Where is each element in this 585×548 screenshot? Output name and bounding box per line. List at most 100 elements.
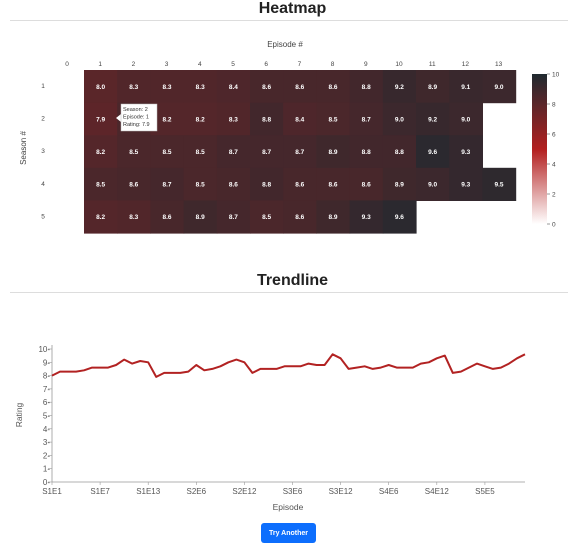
tooltip-line: Rating: 7.9 <box>123 122 150 128</box>
heatmap-x-tick: 2 <box>132 61 136 68</box>
heatmap-cell-label: 8.8 <box>362 84 371 91</box>
heatmap-cell-label: 8.5 <box>96 182 105 189</box>
heatmap-x-tick: 5 <box>231 61 235 68</box>
heatmap-x-tick: 10 <box>395 61 403 68</box>
heatmap-cell-label: 8.3 <box>229 116 238 123</box>
trend-y-tick-label: 6- <box>43 398 50 407</box>
heatmap-cell-label: 9.6 <box>428 149 437 156</box>
trend-y-tick-label: 8- <box>43 372 50 381</box>
heatmap-cell-label: 8.6 <box>295 84 304 91</box>
heatmap-cell-label: 8.7 <box>162 182 171 189</box>
heatmap-cell-label: 8.5 <box>196 182 205 189</box>
heatmap-cell-label: 9.3 <box>362 214 371 221</box>
heatmap-x-tick: 13 <box>495 61 503 68</box>
trend-x-tick-label: S4E6 <box>379 487 399 496</box>
heatmap-y-tick: 2 <box>41 116 45 123</box>
colorbar-tick-label: 4 <box>552 162 556 169</box>
heatmap-x-axis-label: Episode # <box>267 40 303 49</box>
heatmap-x-tick: 3 <box>165 61 169 68</box>
trend-x-axis-label: Episode <box>273 502 304 512</box>
heatmap-tooltip: Season: 2 Episode: 1Rating: 7.9 <box>116 103 158 132</box>
heatmap-cell-label: 8.6 <box>362 182 371 189</box>
heatmap-cell-label: 8.9 <box>328 149 337 156</box>
heatmap-cell-label: 8.2 <box>162 116 171 123</box>
heatmap-cell-label: 8.9 <box>428 84 437 91</box>
heatmap-y-tick: 1 <box>41 83 45 90</box>
colorbar-tick-label: 0 <box>552 222 556 229</box>
colorbar-tick-label: 10 <box>552 72 560 79</box>
heatmap-cell-label: 8.6 <box>229 182 238 189</box>
heatmap-cell-label: 8.6 <box>295 182 304 189</box>
trend-series-line <box>51 353 526 378</box>
heatmap-cell-label: 9.3 <box>461 149 470 156</box>
heatmap-cell-label: 9.6 <box>395 214 404 221</box>
heatmap-chart: Episode #Season #0 1 2 3 4 5 6 7 8 9 10 11 12 1312345… <box>19 40 560 234</box>
heatmap-cell-label: 8.2 <box>96 149 105 156</box>
trend-y-tick-label: 3- <box>43 438 50 447</box>
heatmap-cell-label: 8.2 <box>196 116 205 123</box>
trend-y-tick-label: 9- <box>43 358 50 367</box>
try-another-button[interactable]: Try Another <box>261 523 316 543</box>
trend-x-tick-label: S2E6 <box>187 487 207 496</box>
heatmap-cell-label: 8.6 <box>129 182 138 189</box>
heatmap-cell-label: 9.2 <box>428 116 437 123</box>
trend-x-tick-label: S2E12 <box>232 487 257 496</box>
heatmap-cell-label: 8.5 <box>196 149 205 156</box>
heatmap-cell-label: 8.4 <box>295 116 304 123</box>
trend-y-axis-label: Rating <box>14 402 24 427</box>
colorbar-tick-label: 6 <box>552 132 556 139</box>
heatmap-x-tick: 11 <box>429 61 436 68</box>
heatmap-y-tick: 4 <box>41 181 45 188</box>
trend-x-tick-label: S1E7 <box>90 487 110 496</box>
trendline-title: Trendline <box>256 272 329 289</box>
heatmap-cell-label: 8.0 <box>96 84 105 91</box>
heatmap-cell-label: 8.6 <box>262 84 271 91</box>
trend-x-tick-label: S4E12 <box>425 487 450 496</box>
heatmap-cell-label: 8.3 <box>162 84 171 91</box>
heatmap-cell-label: 8.4 <box>229 84 238 91</box>
heatmap-cell-label: 8.5 <box>328 116 337 123</box>
heatmap-cell-label: 8.6 <box>295 214 304 221</box>
heatmap-x-tick: 8 <box>331 61 335 68</box>
trend-x-tick-label: S1E1 <box>42 487 62 496</box>
heatmap-cell-label: 8.6 <box>162 214 171 221</box>
heatmap-cell-label: 8.9 <box>395 182 404 189</box>
heatmap-cell-label: 8.5 <box>162 149 171 156</box>
heatmap-cell-label: 8.3 <box>196 84 205 91</box>
colorbar <box>532 74 547 224</box>
heatmap-cell-label: 8.8 <box>262 182 271 189</box>
trend-x-tick-label: S1E13 <box>136 487 161 496</box>
trend-y-tick-label: 2- <box>43 451 50 460</box>
heatmap-cell-label: 9.0 <box>428 182 437 189</box>
heatmap-cell-label: 8.9 <box>328 214 337 221</box>
heatmap-cell-label: 8.9 <box>196 214 205 221</box>
trendline-divider <box>10 292 568 293</box>
heatmap-cell-label: 8.5 <box>129 149 138 156</box>
trend-y-tick-label: 0- <box>43 478 50 487</box>
tooltip-line: Season: 2 <box>123 107 148 113</box>
trend-x-tick-label: S3E6 <box>283 487 303 496</box>
heatmap-cell-label: 9.2 <box>395 84 404 91</box>
heatmap-cell-label: 7.9 <box>96 116 105 123</box>
trend-y-tick-label: 5- <box>43 412 50 421</box>
heatmap-cell-label: 8.6 <box>328 84 337 91</box>
heatmap-y-tick: 3 <box>41 148 45 155</box>
heatmap-x-tick: 0 <box>65 61 69 68</box>
trend-y-tick-label: 10- <box>38 345 50 354</box>
trend-x-tick-label: S5E5 <box>475 487 495 496</box>
colorbar-tick-label: 8 <box>552 102 556 109</box>
colorbar-tick-label: 2 <box>552 192 556 199</box>
heatmap-x-tick: 12 <box>462 61 470 68</box>
trend-y-tick-label: 1- <box>43 465 50 474</box>
heatmap-y-axis-label: Season # <box>19 131 28 165</box>
heatmap-cell-label: 9.5 <box>494 182 503 189</box>
heatmap-cell-label: 8.8 <box>262 116 271 123</box>
heatmap-cell-label: 8.7 <box>362 116 371 123</box>
tooltip-line: Episode: 1 <box>123 115 149 121</box>
trend-y-tick-label: 7- <box>43 385 50 394</box>
heatmap-x-tick: 9 <box>364 61 368 68</box>
heatmap-cell-label: 8.3 <box>129 214 138 221</box>
heatmap-cell-label: 9.0 <box>395 116 404 123</box>
heatmap-cell-label: 9.3 <box>461 182 470 189</box>
heatmap-cell-label: 8.5 <box>262 214 271 221</box>
